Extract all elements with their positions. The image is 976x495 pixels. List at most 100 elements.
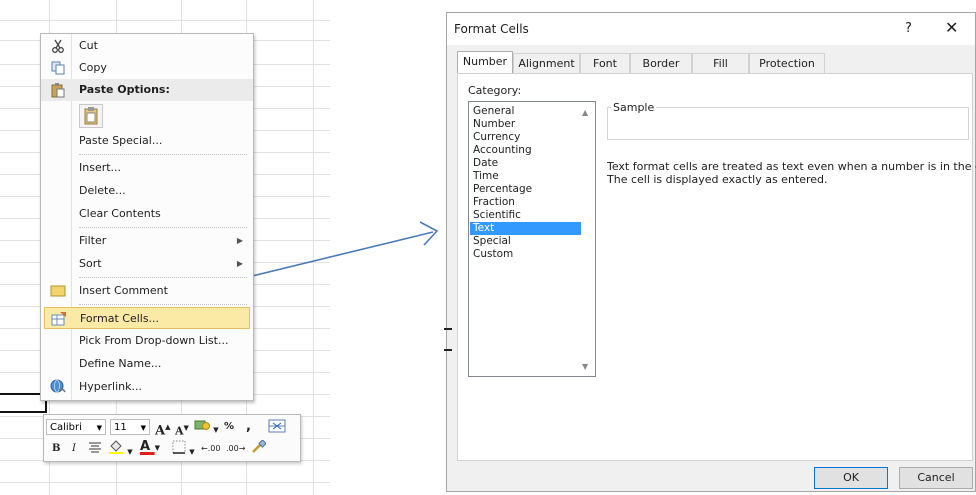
category-item-number[interactable]: Number <box>470 118 581 131</box>
menu-item-label: Format Cells... <box>80 312 160 325</box>
clipboard-icon <box>80 107 102 130</box>
scroll-down-icon[interactable]: ▼ <box>582 362 588 371</box>
menu-item-cut[interactable]: Cut <box>41 35 253 57</box>
format-painter-button[interactable] <box>250 439 267 458</box>
selection-border-fragment <box>444 328 452 330</box>
sample-label: Sample <box>611 101 657 114</box>
italic-button[interactable]: I <box>72 440 76 458</box>
menu-item-delete[interactable]: Delete... <box>41 180 253 202</box>
hyperlink-icon <box>50 379 66 395</box>
shrink-font-button[interactable]: A▼ <box>175 419 189 438</box>
mini-toolbar: Calibri ▼ 11 ▼ A▲ A▼ ▼ % , B I ▼ A ▼ ▼ ←… <box>43 414 301 462</box>
menu-item-label: Cut <box>79 39 98 52</box>
category-item-general[interactable]: General <box>470 105 581 118</box>
menu-item-insert[interactable]: Insert... <box>41 157 253 179</box>
menu-separator <box>79 304 247 305</box>
menu-item-pick-from-list[interactable]: Pick From Drop-down List... <box>41 330 253 352</box>
dialog-titlebar[interactable]: Format Cells ? ✕ <box>447 13 975 45</box>
close-icon[interactable]: ✕ <box>945 18 958 37</box>
submenu-arrow-icon: ▶ <box>236 259 243 268</box>
menu-item-label: Clear Contents <box>79 207 161 220</box>
bold-button[interactable]: B <box>52 440 60 458</box>
menu-item-label: Hyperlink... <box>79 380 142 393</box>
chevron-down-icon: ▼ <box>154 444 160 452</box>
category-item-currency[interactable]: Currency <box>470 131 581 144</box>
grid-column-line <box>313 0 314 495</box>
menu-separator <box>79 227 247 228</box>
menu-item-label: Filter <box>79 234 107 247</box>
percent-style-button[interactable]: % <box>224 418 234 436</box>
tab-alignment[interactable]: Alignment <box>513 53 580 73</box>
comma-style-button[interactable]: , <box>246 418 251 436</box>
menu-item-clear-contents[interactable]: Clear Contents <box>41 203 253 225</box>
menu-item-filter[interactable]: Filter ▶ <box>41 230 253 252</box>
submenu-arrow-icon: ▶ <box>236 236 243 245</box>
cancel-button[interactable]: Cancel <box>899 467 973 489</box>
dialog-title: Format Cells <box>454 22 529 36</box>
increase-decimal-label: .00 <box>207 444 221 453</box>
tab-protection[interactable]: Protection <box>749 53 825 73</box>
chevron-down-icon: ▼ <box>140 424 146 432</box>
tab-fill[interactable]: Fill <box>692 53 749 73</box>
ok-button[interactable]: OK <box>814 467 888 489</box>
menu-separator <box>79 277 247 278</box>
merge-center-button[interactable] <box>268 419 286 437</box>
comma-icon: , <box>246 419 251 434</box>
font-size-box[interactable]: 11 ▼ <box>110 419 150 435</box>
help-button[interactable]: ? <box>905 21 912 36</box>
category-list[interactable]: General Number Currency Accounting Date … <box>468 101 596 377</box>
menu-item-insert-comment[interactable]: Insert Comment <box>41 280 253 302</box>
menu-item-label: Pick From Drop-down List... <box>79 334 229 347</box>
menu-item-label: Delete... <box>79 184 126 197</box>
menu-item-copy[interactable]: Copy <box>41 57 253 79</box>
grow-font-button[interactable]: A▲ <box>155 418 170 438</box>
merge-cells-icon <box>268 419 286 436</box>
menu-item-paste-special[interactable]: Paste Special... <box>41 130 253 152</box>
category-item-text[interactable]: Text <box>470 222 581 235</box>
bold-icon: B <box>52 443 61 454</box>
menu-item-sort[interactable]: Sort ▶ <box>41 253 253 275</box>
font-name-value: Calibri <box>50 422 82 433</box>
category-item-percentage[interactable]: Percentage <box>470 183 581 196</box>
category-item-special[interactable]: Special <box>470 235 581 248</box>
italic-icon: I <box>72 443 76 454</box>
tab-label: Alignment <box>518 57 575 70</box>
tab-number[interactable]: Number <box>457 51 513 74</box>
format-cells-dialog: Format Cells ? ✕ Number Alignment Font B… <box>446 12 976 492</box>
decrease-decimal-button[interactable]: .00→ <box>226 440 245 458</box>
align-center-button[interactable] <box>88 441 102 459</box>
font-name-box[interactable]: Calibri ▼ <box>46 419 106 435</box>
paste-button[interactable] <box>79 104 103 128</box>
tab-font[interactable]: Font <box>580 53 630 73</box>
menu-item-label: Define Name... <box>79 357 162 370</box>
accounting-format-button[interactable]: ▼ <box>194 418 219 436</box>
font-color-button[interactable]: A ▼ <box>140 438 160 456</box>
connector-arrowhead <box>419 221 439 246</box>
menu-item-format-cells[interactable]: Format Cells... <box>44 307 250 329</box>
copy-icon <box>50 60 66 76</box>
menu-item-label: Insert... <box>79 161 122 174</box>
increase-decimal-icon: ← <box>201 444 208 453</box>
sample-box <box>607 107 969 140</box>
category-item-fraction[interactable]: Fraction <box>470 196 581 209</box>
menu-item-label: Sort <box>79 257 102 270</box>
chevron-down-icon: ▼ <box>189 448 195 456</box>
menu-item-hyperlink[interactable]: Hyperlink... <box>41 376 253 398</box>
fill-color-button[interactable]: ▼ <box>108 440 133 458</box>
format-description-line1: Text format cells are treated as text ev… <box>607 160 976 173</box>
category-item-time[interactable]: Time <box>470 170 581 183</box>
category-item-scientific[interactable]: Scientific <box>470 209 581 222</box>
borders-button[interactable]: ▼ <box>172 440 195 458</box>
tab-label: Fill <box>713 57 728 70</box>
category-item-date[interactable]: Date <box>470 157 581 170</box>
menu-item-define-name[interactable]: Define Name... <box>41 353 253 375</box>
category-item-custom[interactable]: Custom <box>470 248 581 261</box>
increase-decimal-button[interactable]: ←.00 <box>201 440 220 458</box>
category-item-accounting[interactable]: Accounting <box>470 144 581 157</box>
shrink-font-icon: A <box>175 424 184 438</box>
paste-options-header: Paste Options: <box>41 79 253 101</box>
percent-icon: % <box>224 421 235 432</box>
tab-border[interactable]: Border <box>630 53 692 73</box>
tab-label: Number <box>462 55 508 68</box>
scroll-up-icon[interactable]: ▲ <box>582 108 588 117</box>
